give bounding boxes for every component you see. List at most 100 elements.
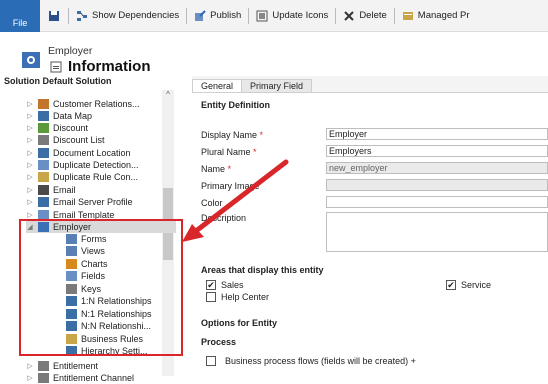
delete-icon xyxy=(344,10,355,21)
highlight-box xyxy=(19,219,183,356)
required-mark: * xyxy=(227,164,232,174)
sales-checkbox[interactable]: ✔ xyxy=(206,280,216,290)
managed-properties-icon xyxy=(402,11,413,20)
location-icon xyxy=(38,148,49,158)
nav-item-label: Duplicate Rule Con... xyxy=(53,172,139,182)
entity-definition-heading: Entity Definition xyxy=(201,100,270,110)
plural-name-input[interactable]: Employers xyxy=(326,145,548,157)
publish-button[interactable]: Publish xyxy=(187,0,248,32)
save-button[interactable] xyxy=(40,0,68,32)
solution-title: Solution Default Solution xyxy=(4,76,112,86)
bpf-checkbox[interactable] xyxy=(206,356,216,366)
channel-icon xyxy=(38,373,49,383)
update-icons-icon xyxy=(256,10,268,21)
information-icon xyxy=(50,61,62,73)
expand-icon[interactable]: ▷ xyxy=(26,173,34,181)
nav-item-label: Discount xyxy=(53,123,89,133)
plural-name-label: Plural Name * xyxy=(201,147,257,157)
nav-item-entitlement-channel[interactable]: ▷ Entitlement Channel xyxy=(26,372,134,384)
publish-label: Publish xyxy=(210,10,242,21)
nav-item-discount[interactable]: ▷ Discount xyxy=(26,122,88,134)
expand-icon[interactable]: ▷ xyxy=(26,374,34,382)
nav-item-label: Entitlement xyxy=(53,361,99,371)
nav-item-label: Discount List xyxy=(53,135,105,145)
nav-item-entitlement[interactable]: ▷ Entitlement xyxy=(26,360,98,372)
primary-image-label: Primary Image xyxy=(201,181,260,191)
expand-icon[interactable]: ▷ xyxy=(26,112,34,120)
nav-item-customer-relations[interactable]: ▷ Customer Relations... xyxy=(26,98,140,110)
nav-item-label: Duplicate Detection... xyxy=(53,160,139,170)
nav-item-label: Data Map xyxy=(53,111,93,121)
expand-icon[interactable]: ▷ xyxy=(26,161,34,169)
discount-icon xyxy=(38,123,49,133)
primary-image-select xyxy=(326,179,548,191)
sales-label: Sales xyxy=(221,280,244,290)
managed-properties-button[interactable]: Managed Pr xyxy=(395,0,477,32)
required-mark: * xyxy=(253,147,257,157)
help-center-checkbox-row[interactable]: Help Center xyxy=(206,292,269,302)
expand-icon[interactable]: ▷ xyxy=(26,211,34,219)
delete-label: Delete xyxy=(359,10,387,21)
expand-icon[interactable]: ▷ xyxy=(26,100,34,108)
expand-icon[interactable]: ▷ xyxy=(26,149,34,157)
delete-button[interactable]: Delete xyxy=(336,0,393,32)
color-input[interactable] xyxy=(326,196,548,208)
show-dependencies-label: Show Dependencies xyxy=(92,10,180,21)
service-checkbox-row[interactable]: ✔ Service xyxy=(446,280,491,290)
description-label: Description xyxy=(201,213,247,223)
expand-icon[interactable]: ▷ xyxy=(26,124,34,132)
map-icon xyxy=(38,111,49,121)
name-input: new_employer xyxy=(326,162,548,174)
nav-item-discount-list[interactable]: ▷ Discount List xyxy=(26,134,105,146)
expand-icon[interactable]: ▷ xyxy=(26,362,34,370)
update-icons-label: Update Icons xyxy=(272,10,329,21)
expand-icon[interactable]: ▷ xyxy=(26,186,34,194)
nav-item-duplicate-detection[interactable]: ▷ Duplicate Detection... xyxy=(26,159,139,171)
display-name-label: Display Name * xyxy=(201,130,264,140)
email-icon xyxy=(38,185,49,195)
bpf-label: Business process flows (fields will be c… xyxy=(225,356,416,366)
managed-properties-label: Managed Pr xyxy=(417,10,470,21)
show-dependencies-button[interactable]: Show Dependencies xyxy=(69,0,186,32)
publish-icon xyxy=(195,9,206,21)
required-mark: * xyxy=(259,130,264,140)
name-label: Name * xyxy=(201,164,232,174)
service-checkbox[interactable]: ✔ xyxy=(446,280,456,290)
process-heading: Process xyxy=(201,337,237,347)
nav-item-label: Entitlement Channel xyxy=(53,373,135,383)
nav-item-email[interactable]: ▷ Email xyxy=(26,184,76,196)
update-icons-button[interactable]: Update Icons xyxy=(249,0,335,32)
duplicate-icon xyxy=(38,160,49,170)
nav-item-data-map[interactable]: ▷ Data Map xyxy=(26,110,92,122)
nav-item-email-server-profile[interactable]: ▷ Email Server Profile xyxy=(26,196,133,208)
server-icon xyxy=(38,197,49,207)
options-heading: Options for Entity xyxy=(201,318,277,328)
nav-item-duplicate-rule-con[interactable]: ▷ Duplicate Rule Con... xyxy=(26,171,138,183)
expand-icon[interactable]: ▷ xyxy=(26,136,34,144)
rule-icon xyxy=(38,172,49,182)
sales-checkbox-row[interactable]: ✔ Sales xyxy=(206,280,244,290)
list-icon xyxy=(38,135,49,145)
nav-item-label: Email xyxy=(53,185,76,195)
page-title: Information xyxy=(68,58,151,75)
display-name-input[interactable]: Employer xyxy=(326,128,548,140)
entity-name: Employer xyxy=(48,45,93,57)
save-icon xyxy=(49,10,59,21)
description-textarea[interactable] xyxy=(326,212,548,252)
nav-item-label: Customer Relations... xyxy=(53,99,140,109)
bpf-checkbox-row[interactable]: Business process flows (fields will be c… xyxy=(206,356,416,366)
nav-item-label: Email Server Profile xyxy=(53,197,133,207)
service-label: Service xyxy=(461,280,492,290)
file-label: File xyxy=(12,17,28,28)
scroll-up-icon[interactable]: ^ xyxy=(162,90,174,102)
tab-general[interactable]: General xyxy=(192,79,243,93)
help-center-checkbox[interactable] xyxy=(206,292,216,302)
people-icon xyxy=(38,99,49,109)
expand-icon[interactable]: ▷ xyxy=(26,198,34,206)
help-center-label: Help Center xyxy=(221,292,270,302)
tab-primary-field[interactable]: Primary Field xyxy=(241,79,313,93)
file-button[interactable]: File xyxy=(0,0,40,32)
nav-item-document-location[interactable]: ▷ Document Location xyxy=(26,147,131,159)
areas-heading: Areas that display this entity xyxy=(201,265,324,275)
entity-header-icon xyxy=(22,52,40,68)
